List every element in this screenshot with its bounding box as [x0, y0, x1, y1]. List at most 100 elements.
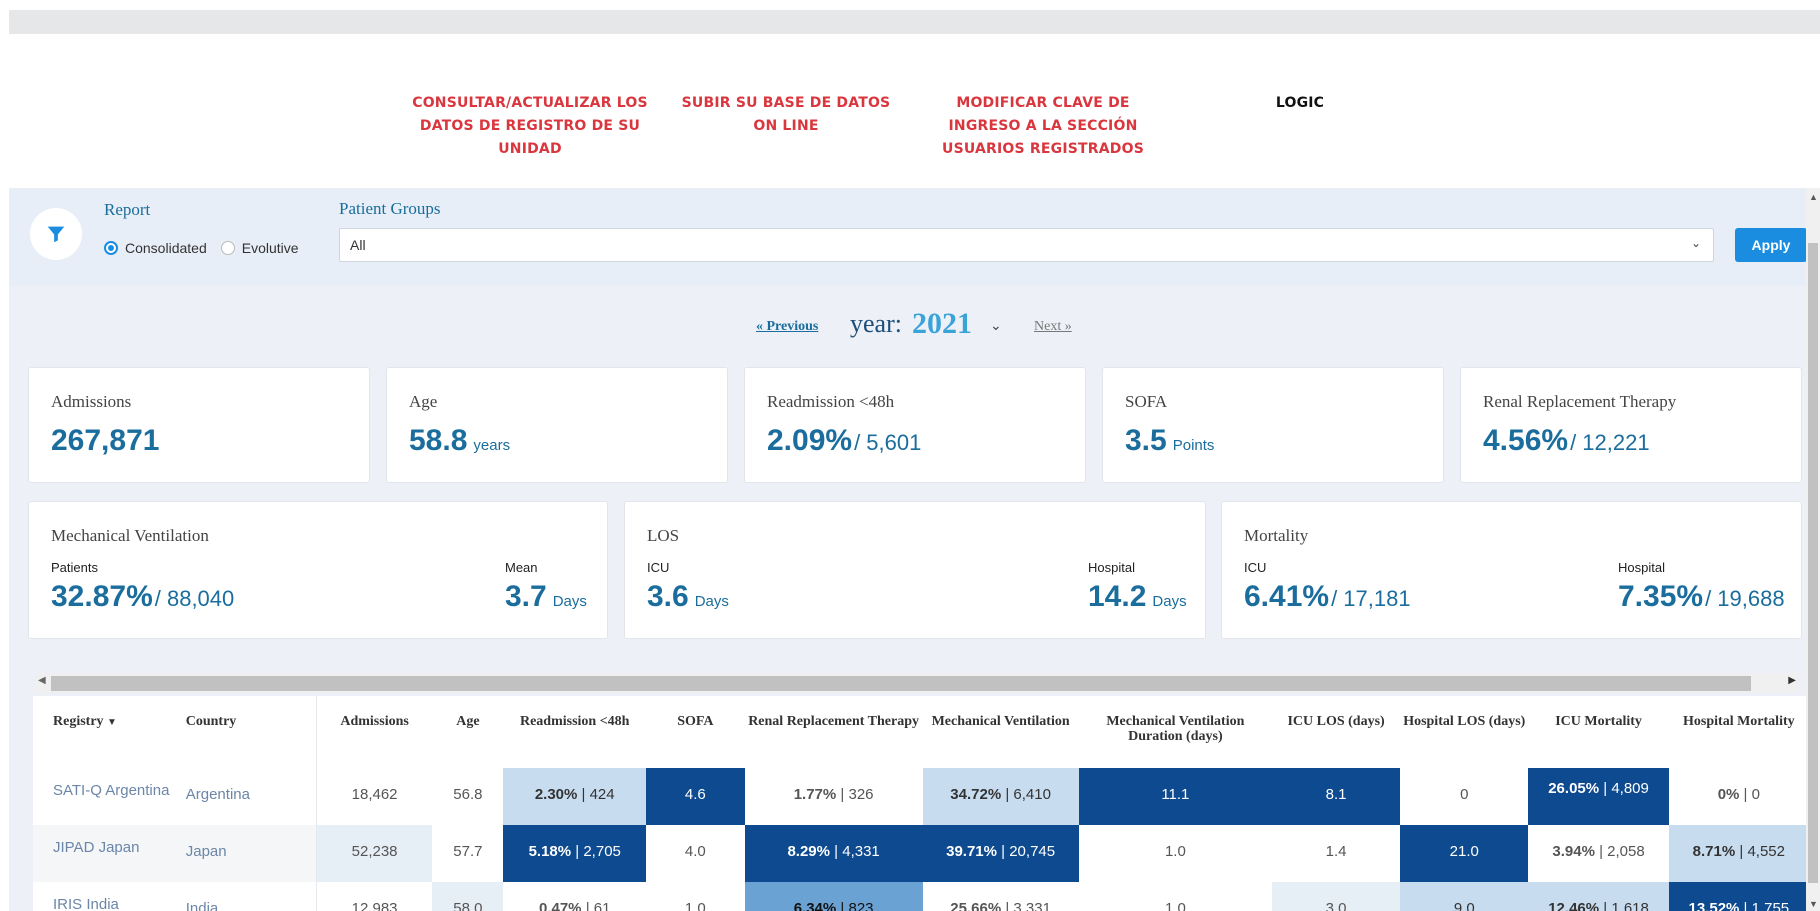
- card-readmission: Readmission <48h 2.09% / 5,601: [744, 367, 1086, 483]
- los-icu-unit: Days: [694, 593, 729, 610]
- icu-los-cell: 3.0: [1272, 882, 1401, 911]
- mortality-hospital-value: 7.35%: [1618, 580, 1704, 613]
- readmission-value: 2.09%: [767, 424, 853, 457]
- country-cell: India: [175, 882, 317, 911]
- nav-link-consultar-registro[interactable]: CONSULTAR/ACTUALIZAR LOS DATOS DE REGIST…: [410, 92, 650, 161]
- column-header-readmission[interactable]: Readmission <48h: [503, 696, 647, 768]
- age-value: 58.8: [409, 424, 468, 457]
- column-header-age[interactable]: Age: [432, 696, 504, 768]
- scrollbar-thumb[interactable]: [1808, 243, 1818, 883]
- filter-bar: Report Consolidated Evolutive Patient Gr…: [9, 188, 1809, 286]
- rrt-value: 4.56%: [1483, 424, 1569, 457]
- apply-button[interactable]: Apply: [1735, 228, 1807, 262]
- card-age: Age 58.8 years: [386, 367, 728, 483]
- mv-duration-cell: 1.0: [1078, 825, 1273, 882]
- icu-label: ICU: [1244, 560, 1267, 575]
- icu-mortality-cell: 26.05% | 4,809: [1528, 768, 1669, 825]
- table-row[interactable]: JIPAD Japan Japan 52,238 57.7 5.18% | 2,…: [33, 825, 1809, 882]
- icu-mortality-cell: 3.94% | 2,058: [1528, 825, 1669, 882]
- nav-link-modificar-clave[interactable]: MODIFICAR CLAVE DE INGRESO A LA SECCIÓN …: [930, 92, 1156, 161]
- hospital-mortality-group: 7.35% / 19,688: [1618, 580, 1785, 614]
- filter-button[interactable]: [30, 208, 82, 260]
- mortality-icu-count: / 17,181: [1331, 586, 1411, 611]
- column-header-icu-los[interactable]: ICU LOS (days): [1272, 696, 1401, 768]
- card-mortality: Mortality ICU 6.41% / 17,181 Hospital 7.…: [1221, 501, 1802, 639]
- column-header-mv-duration[interactable]: Mechanical Ventilation Duration (days): [1078, 696, 1273, 768]
- sofa-cell: 4.0: [646, 825, 745, 882]
- mv-patients-count: / 88,040: [154, 586, 235, 611]
- year-label: year:: [850, 309, 902, 338]
- readmission-cell: 5.18% | 2,705: [503, 825, 647, 882]
- chevron-down-icon: ⌄: [1690, 236, 1701, 250]
- card-title: Readmission <48h: [767, 392, 895, 411]
- patient-groups-label: Patient Groups: [339, 199, 441, 218]
- card-value: 3.5 Points: [1125, 424, 1214, 458]
- card-value: 58.8 years: [409, 424, 510, 458]
- admissions-value: 267,871: [51, 424, 160, 457]
- column-header-mv[interactable]: Mechanical Ventilation: [922, 696, 1079, 768]
- hospital-label: Hospital: [1618, 560, 1665, 575]
- radio-evolutive-label[interactable]: Evolutive: [242, 240, 299, 256]
- next-year-link[interactable]: Next »: [1034, 319, 1072, 335]
- scroll-up-icon[interactable]: ▲: [1809, 192, 1818, 202]
- mv-duration-cell: 11.1: [1078, 768, 1273, 825]
- sofa-cell: 4.6: [646, 768, 745, 825]
- scroll-right-icon[interactable]: ▶: [1788, 675, 1796, 686]
- year-navigation: « Previous year: 2021 ⌄ Next »: [0, 305, 1820, 345]
- card-value: 4.56% / 12,221: [1483, 424, 1650, 458]
- admissions-cell: 18,462: [316, 768, 433, 825]
- column-header-admissions[interactable]: Admissions: [316, 696, 433, 768]
- registry-cell[interactable]: JIPAD Japan: [33, 825, 176, 882]
- radio-consolidated[interactable]: [104, 241, 118, 255]
- mv-mean-value: 3.7: [505, 580, 547, 613]
- card-sofa: SOFA 3.5 Points: [1102, 367, 1444, 483]
- column-header-icu-mortality[interactable]: ICU Mortality: [1528, 696, 1669, 768]
- mv-cell: 34.72% | 6,410: [922, 768, 1079, 825]
- age-unit: years: [473, 437, 511, 454]
- top-bar: [9, 10, 1820, 34]
- radio-consolidated-label[interactable]: Consolidated: [125, 240, 207, 256]
- card-title: Admissions: [51, 392, 132, 411]
- table-row[interactable]: SATI-Q Argentina Argentina 18,462 56.8 2…: [33, 768, 1809, 825]
- previous-year-link[interactable]: « Previous: [756, 319, 818, 335]
- scroll-left-icon[interactable]: ◀: [38, 675, 46, 686]
- nav-link-logic[interactable]: LOGIC: [1260, 92, 1340, 115]
- card-mechanical-ventilation: Mechanical Ventilation Patients 32.87% /…: [28, 501, 608, 639]
- column-header-sofa[interactable]: SOFA: [646, 696, 745, 768]
- column-header-hospital-mortality[interactable]: Hospital Mortality: [1668, 696, 1809, 768]
- hospital-los-group: 14.2 Days: [1088, 580, 1187, 614]
- chevron-down-icon[interactable]: ⌄: [990, 317, 1002, 334]
- country-cell: Argentina: [175, 768, 317, 825]
- icu-mortality-group: 6.41% / 17,181: [1244, 580, 1411, 614]
- mv-cell: 25.66% | 3,331: [922, 882, 1079, 911]
- table-row[interactable]: IRIS India India 12,983 58.0 0.47% | 61 …: [33, 882, 1809, 911]
- card-title: Mechanical Ventilation: [51, 526, 209, 545]
- sort-down-icon[interactable]: ▼: [107, 717, 117, 728]
- los-hospital-unit: Days: [1152, 593, 1187, 610]
- patient-groups-select[interactable]: All ⌄: [339, 228, 1714, 262]
- radio-evolutive[interactable]: [220, 241, 235, 255]
- hospital-los-cell: 21.0: [1400, 825, 1529, 882]
- year-selector[interactable]: 2021: [912, 307, 972, 341]
- column-header-registry[interactable]: Registry ▼: [33, 696, 176, 768]
- admissions-cell: 52,238: [316, 825, 433, 882]
- los-hospital-value: 14.2: [1088, 580, 1147, 613]
- card-los: LOS ICU 3.6 Days Hospital 14.2 Days: [624, 501, 1206, 639]
- table-horizontal-scrollbar[interactable]: ◀ ▶: [35, 673, 1800, 693]
- registry-cell[interactable]: IRIS India: [33, 882, 176, 911]
- age-cell: 58.0: [432, 882, 504, 911]
- nav-link-subir-base-datos[interactable]: SUBIR SU BASE DE DATOS ON LINE: [668, 92, 904, 138]
- scrollbar-thumb[interactable]: [51, 676, 1751, 691]
- readmission-count: / 5,601: [854, 430, 922, 455]
- scroll-down-icon[interactable]: ▼: [1809, 899, 1818, 909]
- report-radio-group: Consolidated Evolutive: [104, 240, 299, 256]
- admissions-cell: 12,983: [316, 882, 433, 911]
- registry-cell[interactable]: SATI-Q Argentina: [33, 768, 176, 825]
- column-header-rrt[interactable]: Renal Replacement Therapy: [744, 696, 923, 768]
- icu-los-cell: 1.4: [1272, 825, 1401, 882]
- page-vertical-scrollbar[interactable]: ▲ ▼: [1806, 188, 1820, 911]
- mv-mean-unit: Days: [552, 593, 587, 610]
- registry-table: Registry ▼ Country Admissions Age Readmi…: [33, 696, 1809, 911]
- column-header-country[interactable]: Country: [175, 696, 317, 768]
- column-header-hospital-los[interactable]: Hospital LOS (days): [1400, 696, 1529, 768]
